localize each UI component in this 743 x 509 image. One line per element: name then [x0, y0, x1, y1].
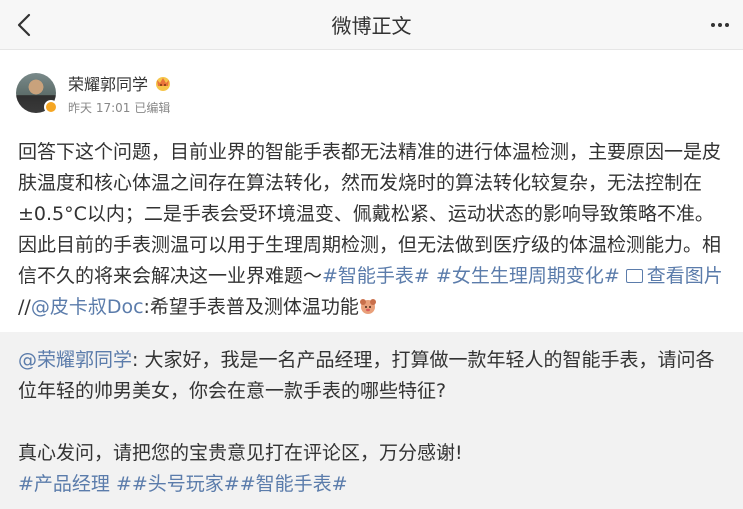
author-header: 荣耀郭同学 昨天 17:01 已编辑	[16, 70, 172, 116]
topic-link[interactable]: #女生生理周期变化#	[436, 265, 620, 287]
repost-paragraph: @荣耀郭同学: 大家好，我是一名产品经理，打算做一款年轻人的智能手表，请问各位年…	[18, 345, 730, 407]
more-dot	[718, 23, 722, 27]
avatar[interactable]	[16, 73, 58, 114]
view-picture-label: 查看图片	[646, 265, 723, 287]
post-time: 昨天 17:01	[68, 100, 131, 115]
topic-tags[interactable]: #产品经理 ##头号玩家##智能手表#	[18, 469, 730, 500]
more-dots-icon	[711, 23, 715, 27]
reposted-weibo[interactable]: @荣耀郭同学: 大家好，我是一名产品经理，打算做一款年轻人的智能手表，请问各位年…	[0, 332, 743, 509]
topic-link[interactable]: #智能手表#	[322, 265, 430, 287]
vip-crown-icon[interactable]	[154, 74, 172, 92]
image-icon	[625, 269, 643, 283]
back-button[interactable]	[10, 11, 38, 39]
edited-label[interactable]: 已编辑	[134, 101, 170, 115]
repost-separator: //	[18, 296, 31, 318]
more-button[interactable]	[705, 12, 735, 38]
mention-link[interactable]: @皮卡叔Doc	[31, 296, 144, 318]
post-body: 回答下这个问题，目前业界的智能手表都无法精准的进行体温检测，主要原因一是皮肤温度…	[18, 137, 730, 323]
repost-body: @荣耀郭同学: 大家好，我是一名产品经理，打算做一款年轻人的智能手表，请问各位年…	[18, 345, 730, 500]
chevron-left-icon	[17, 13, 31, 37]
repost-text: 真心发问，请把您的宝贵意见打在评论区，万分感谢!	[18, 442, 463, 464]
post-meta: 昨天 17:01 已编辑	[68, 99, 172, 116]
page-title: 微博正文	[331, 14, 412, 38]
mention-text: :希望手表普及测体温功能	[143, 296, 359, 318]
view-picture-link[interactable]: 查看图片	[625, 265, 723, 287]
author-name[interactable]: 荣耀郭同学	[68, 71, 148, 95]
author-line: 荣耀郭同学	[68, 71, 172, 95]
more-dot	[725, 23, 729, 27]
author-meta: 荣耀郭同学 昨天 17:01 已编辑	[68, 71, 172, 116]
dog-emoji-icon	[359, 299, 376, 314]
navbar: 微博正文	[0, 0, 743, 50]
mention-link[interactable]: @荣耀郭同学	[18, 349, 132, 371]
verified-badge-icon	[44, 100, 58, 114]
